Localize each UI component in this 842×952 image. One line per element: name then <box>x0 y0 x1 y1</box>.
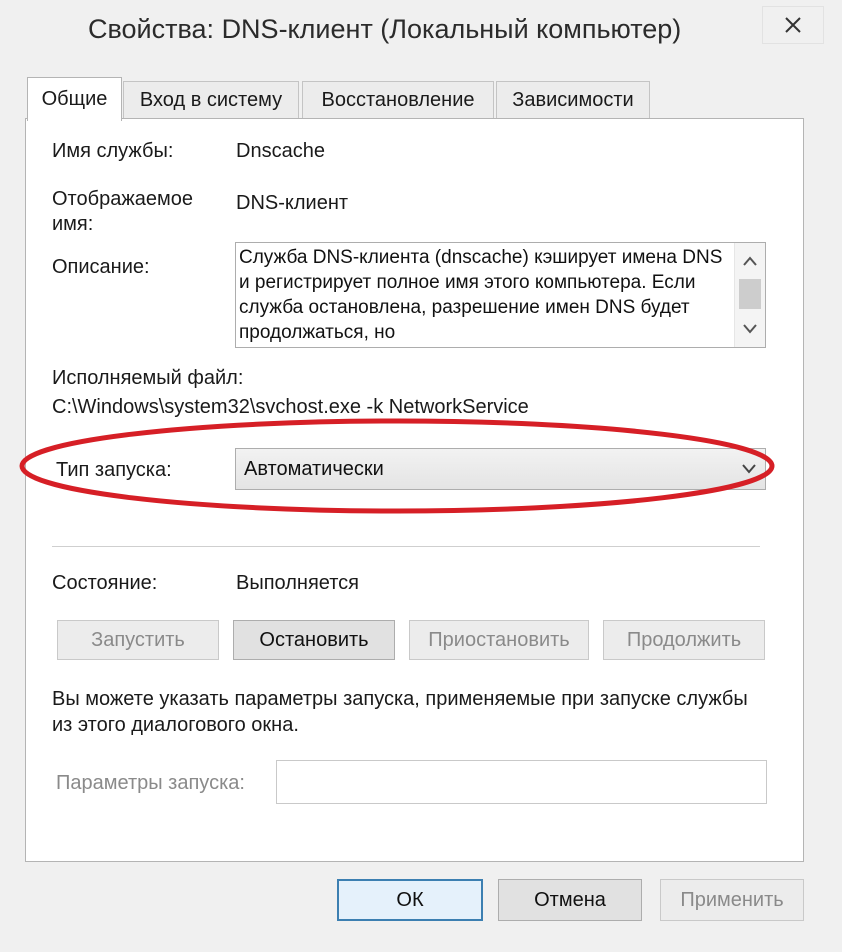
start-params-info: Вы можете указать параметры запуска, при… <box>52 688 748 736</box>
startup-type-value: Автоматически <box>244 458 384 480</box>
description-scrollbar[interactable] <box>734 243 765 347</box>
pause-service-button[interactable]: Приостановить <box>409 620 589 660</box>
chevron-down-icon <box>743 324 757 334</box>
scroll-thumb[interactable] <box>739 279 761 309</box>
scroll-up-button[interactable] <box>735 247 765 275</box>
service-name-value: Dnscache <box>236 140 325 162</box>
start-params-label: Параметры запуска: <box>56 772 245 794</box>
stop-service-button[interactable]: Остановить <box>233 620 395 660</box>
status-value: Выполняется <box>236 572 359 594</box>
startup-type-label: Тип запуска: <box>56 459 172 481</box>
start-service-button[interactable]: Запустить <box>57 620 219 660</box>
description-box[interactable]: Служба DNS-клиента (dnscache) кэширует и… <box>235 242 766 348</box>
service-name-label: Имя службы: <box>52 140 174 162</box>
chevron-down-icon <box>742 464 756 474</box>
description-text: Служба DNS-клиента (dnscache) кэширует и… <box>239 247 723 343</box>
separator <box>52 546 760 547</box>
display-name-value: DNS-клиент <box>236 192 349 214</box>
scroll-down-button[interactable] <box>735 315 765 343</box>
startup-type-select[interactable]: Автоматически <box>235 448 766 490</box>
chevron-up-icon <box>743 256 757 266</box>
status-label: Состояние: <box>52 572 158 594</box>
exe-label: Исполняемый файл: <box>52 367 244 389</box>
display-name-label: Отображаемое <box>52 188 193 210</box>
exe-path: C:\Windows\system32\svchost.exe -k Netwo… <box>52 396 529 418</box>
display-name-label-cont: имя: <box>52 213 94 235</box>
description-label: Описание: <box>52 256 150 278</box>
start-params-input[interactable] <box>276 760 767 804</box>
dropdown-arrow[interactable] <box>739 459 759 479</box>
resume-service-button[interactable]: Продолжить <box>603 620 765 660</box>
